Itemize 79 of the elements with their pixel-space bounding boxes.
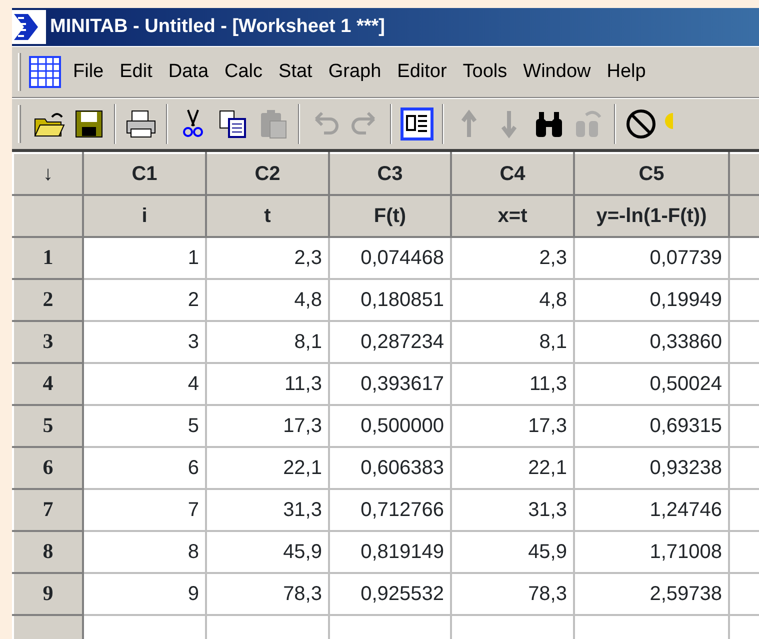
table-cell[interactable]: 4 — [83, 363, 206, 405]
row-header[interactable]: 6 — [13, 447, 83, 489]
menu-item[interactable]: Editor — [389, 58, 455, 86]
table-cell[interactable]: 4,8 — [451, 279, 574, 321]
table-cell[interactable]: 0,19949 — [574, 279, 729, 321]
row-header[interactable]: 7 — [13, 489, 83, 531]
table-cell[interactable]: 11,3 — [206, 363, 329, 405]
prohibited-icon[interactable] — [624, 107, 658, 141]
table-cell[interactable]: 2,3 — [451, 237, 574, 279]
row-header[interactable]: 8 — [13, 531, 83, 573]
column-header[interactable]: C2 — [206, 153, 329, 195]
table-cell[interactable]: 0,074468 — [329, 237, 451, 279]
column-header[interactable]: C1 — [83, 153, 206, 195]
column-header[interactable]: C3 — [329, 153, 451, 195]
table-cell[interactable]: 1,24746 — [574, 489, 729, 531]
table-cell[interactable]: 2,3 — [206, 237, 329, 279]
table-cell[interactable]: 0,07739 — [574, 237, 729, 279]
table-cell[interactable]: 8,1 — [451, 321, 574, 363]
table-cell[interactable]: 17,3 — [451, 405, 574, 447]
menu-item[interactable]: Window — [515, 58, 599, 86]
row-header[interactable]: 9 — [13, 573, 83, 615]
column-name[interactable]: y=-ln(1-F(t)) — [574, 195, 729, 237]
table-cell[interactable]: 0,500000 — [329, 405, 451, 447]
table-cell[interactable]: 0,606383 — [329, 447, 451, 489]
table-cell[interactable]: 0,287234 — [329, 321, 451, 363]
app-logo-icon — [12, 10, 46, 44]
menu-item[interactable]: Stat — [270, 58, 320, 86]
row-header[interactable]: 5 — [13, 405, 83, 447]
table-cell[interactable]: 1 — [83, 237, 206, 279]
table-cell[interactable]: 31,3 — [451, 489, 574, 531]
row-header[interactable]: 1 — [13, 237, 83, 279]
table-cell[interactable]: 0,180851 — [329, 279, 451, 321]
table-cell[interactable]: 8,1 — [206, 321, 329, 363]
row-header[interactable]: 4 — [13, 363, 83, 405]
column-name[interactable]: x=t — [451, 195, 574, 237]
column-header[interactable]: C5 — [574, 153, 729, 195]
table-cell[interactable]: 0,93238 — [574, 447, 729, 489]
column-header[interactable]: C4 — [451, 153, 574, 195]
column-name[interactable]: t — [206, 195, 329, 237]
menu-item[interactable]: Edit — [112, 58, 160, 86]
table-cell[interactable]: 1,71008 — [574, 531, 729, 573]
table-cell[interactable]: 0,33860 — [574, 321, 729, 363]
table-cell[interactable]: 8 — [83, 531, 206, 573]
menu-item[interactable]: Data — [160, 58, 217, 86]
table-cell[interactable]: 7 — [83, 489, 206, 531]
table-cell[interactable]: 0,819149 — [329, 531, 451, 573]
row-header[interactable]: 2 — [13, 279, 83, 321]
menu-item[interactable]: Tools — [454, 58, 516, 86]
table-cell[interactable]: 0,50024 — [574, 363, 729, 405]
table-cell[interactable]: 11,3 — [451, 363, 574, 405]
table-cell[interactable]: 22,1 — [451, 447, 574, 489]
table-cell[interactable]: 78,3 — [451, 573, 574, 615]
table-cell[interactable]: 0,393617 — [329, 363, 451, 405]
table-cell[interactable]: 45,9 — [206, 531, 329, 573]
table-cell[interactable]: 0,712766 — [329, 489, 451, 531]
table-cell[interactable]: 78,3 — [206, 573, 329, 615]
window-title: MINITAB - Untitled - [Worksheet 1 ***] — [50, 14, 385, 39]
table-cell[interactable]: 4,8 — [206, 279, 329, 321]
table-cell[interactable]: 2 — [83, 279, 206, 321]
table-cell[interactable]: 0,925532 — [329, 573, 451, 615]
column-name[interactable]: F(t) — [329, 195, 451, 237]
worksheet-icon[interactable] — [29, 56, 61, 88]
table-cell[interactable]: 45,9 — [451, 531, 574, 573]
table-cell[interactable]: 3 — [83, 321, 206, 363]
table-cell[interactable]: 17,3 — [206, 405, 329, 447]
menu-item[interactable]: File — [65, 58, 112, 86]
table-cell[interactable]: 2,59738 — [574, 573, 729, 615]
column-name[interactable]: i — [83, 195, 206, 237]
table-cell[interactable]: 22,1 — [206, 447, 329, 489]
table-cell[interactable]: 0,69315 — [574, 405, 729, 447]
window-icon[interactable] — [400, 107, 434, 141]
row-header[interactable]: 3 — [13, 321, 83, 363]
table-cell[interactable]: 9 — [83, 573, 206, 615]
menu-item[interactable]: Calc — [216, 58, 271, 86]
table-cell[interactable]: 31,3 — [206, 489, 329, 531]
menu-item[interactable]: Help — [598, 58, 654, 86]
menu-item[interactable]: Graph — [320, 58, 390, 86]
table-cell[interactable]: 5 — [83, 405, 206, 447]
table-cell[interactable]: 6 — [83, 447, 206, 489]
